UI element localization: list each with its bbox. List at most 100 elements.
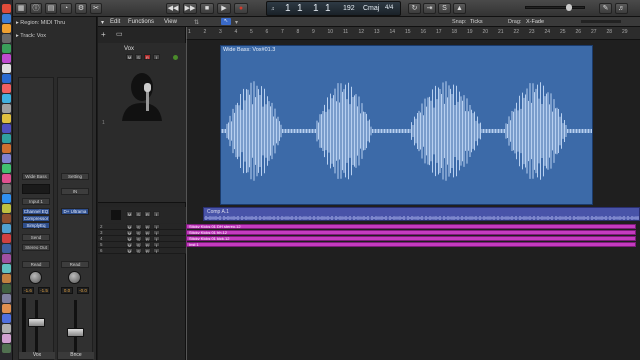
dock-app-icon[interactable]: [2, 4, 11, 13]
dock-app-icon[interactable]: [2, 314, 11, 323]
dock-app-icon[interactable]: [2, 114, 11, 123]
dock-app-icon[interactable]: [2, 84, 11, 93]
solo-button[interactable]: S: [135, 248, 142, 254]
lcd-display[interactable]: ♫ 1 1 1 1 192 Cmaj 4/4: [266, 1, 401, 16]
mute-button[interactable]: M: [126, 230, 133, 236]
editors-icon[interactable]: ✂: [90, 3, 102, 14]
mute-button[interactable]: M: [126, 242, 133, 248]
record-enable-button[interactable]: R: [144, 236, 151, 242]
dock-app-icon[interactable]: [2, 134, 11, 143]
midi-region-hh[interactable]: Sticky Kicks 01 hh.12: [186, 230, 636, 235]
library-icon[interactable]: ▦: [15, 3, 27, 14]
record-enable-button[interactable]: R: [144, 230, 151, 236]
add-track-icon[interactable]: +: [101, 30, 106, 39]
input-slot[interactable]: Input 1: [22, 198, 50, 205]
rewind-button[interactable]: ◀◀: [166, 3, 180, 14]
midi-region-inst[interactable]: Inst 1: [186, 242, 636, 247]
inspector-icon[interactable]: ⓘ: [30, 3, 42, 14]
plugin-slot-3[interactable]: SimplyEq: [22, 222, 50, 229]
automation-mode[interactable]: Read: [61, 261, 89, 268]
track-inspector-header[interactable]: ▸ Track: Vox: [16, 33, 46, 39]
pan-knob[interactable]: [68, 271, 81, 284]
notepad-icon[interactable]: ✎: [599, 3, 612, 14]
dock-app-icon[interactable]: [2, 204, 11, 213]
dock-app-icon[interactable]: [2, 124, 11, 133]
dock-app-icon[interactable]: [2, 94, 11, 103]
solo-button[interactable]: S: [135, 211, 142, 217]
plugin-slot-2[interactable]: Compressor: [22, 215, 50, 222]
fast-forward-button[interactable]: ▶▶: [183, 3, 197, 14]
dropdown-icon[interactable]: ▾: [101, 19, 104, 26]
dock-app-icon[interactable]: [2, 264, 11, 273]
stop-button[interactable]: ■: [200, 3, 214, 14]
dock-app-icon[interactable]: [2, 254, 11, 263]
mute-button[interactable]: M: [126, 211, 133, 217]
menu-functions[interactable]: Functions: [128, 19, 154, 25]
dock-app-icon[interactable]: [2, 164, 11, 173]
smart-controls-icon[interactable]: ◔: [60, 3, 72, 14]
region-inspector-header[interactable]: ▸ Region: MIDI Thru: [16, 20, 65, 26]
mute-button[interactable]: M: [126, 248, 133, 254]
browser-icon[interactable]: ♬: [615, 3, 628, 14]
zoom-icon[interactable]: ⇅: [194, 19, 199, 26]
input-monitor-button[interactable]: I: [153, 224, 160, 230]
comp-track-row[interactable]: M S R I: [98, 207, 186, 223]
replace-icon[interactable]: ⇥: [423, 3, 436, 14]
dock-app-icon[interactable]: [2, 234, 11, 243]
track-folder-icon[interactable]: ▭: [116, 30, 123, 38]
dock-app-icon[interactable]: [2, 14, 11, 23]
input-monitor-button[interactable]: I: [153, 242, 160, 248]
solo-button[interactable]: S: [135, 236, 142, 242]
input-monitor-button[interactable]: I: [153, 211, 160, 217]
cycle-icon[interactable]: ↻: [408, 3, 421, 14]
volume-fader[interactable]: [28, 318, 45, 327]
dock-app-icon[interactable]: [2, 104, 11, 113]
dock-app-icon[interactable]: [2, 324, 11, 333]
zoom-slider[interactable]: [581, 20, 621, 23]
preset-slot[interactable]: Setting: [61, 173, 89, 180]
volume-fader[interactable]: [67, 328, 84, 337]
record-button[interactable]: ●: [234, 3, 248, 14]
preset-slot[interactable]: Wide Bass: [22, 173, 50, 180]
output-slot[interactable]: Stereo Out: [22, 244, 50, 251]
dock-app-icon[interactable]: [2, 304, 11, 313]
track-row[interactable]: 6 MSRI: [98, 248, 186, 254]
play-button[interactable]: ▶: [217, 3, 231, 14]
dock-app-icon[interactable]: [2, 214, 11, 223]
dock-app-icon[interactable]: [2, 44, 11, 53]
timeline-ruler[interactable]: 1 2 3 4 5 6 7 8 9 10 11 12 13 14 15 16 17 18 19 20 21 22 23 24 2…: [186, 27, 640, 40]
plugin-slot-1[interactable]: D+ Ultrama: [61, 208, 89, 215]
dock-app-icon[interactable]: [2, 34, 11, 43]
mute-button[interactable]: M: [126, 236, 133, 242]
dock-app-icon[interactable]: [2, 334, 11, 343]
dock-app-icon[interactable]: [2, 174, 11, 183]
mixer-icon[interactable]: ⚙: [75, 3, 87, 14]
dock-app-icon[interactable]: [2, 194, 11, 203]
dock-app-icon[interactable]: [2, 274, 11, 283]
solo-button[interactable]: S: [135, 54, 142, 60]
toolbar-icon[interactable]: ▤: [45, 3, 57, 14]
menu-edit[interactable]: Edit: [110, 19, 120, 25]
dock-app-icon[interactable]: [2, 144, 11, 153]
mute-button[interactable]: M: [126, 224, 133, 230]
audio-region-vox[interactable]: Wide Bass: Vox#01.3: [220, 45, 593, 205]
metronome-icon[interactable]: ▲: [453, 3, 466, 14]
dock-app-icon[interactable]: [2, 244, 11, 253]
record-enable-button[interactable]: R: [144, 224, 151, 230]
eq-thumbnail[interactable]: [22, 184, 50, 194]
dock-app-icon[interactable]: [2, 24, 11, 33]
master-volume-slider[interactable]: [525, 4, 585, 11]
solo-button[interactable]: S: [135, 242, 142, 248]
dock-app-icon[interactable]: [2, 184, 11, 193]
midi-region-dh[interactable]: Sticky Kicks 01 DH stereo.12: [186, 224, 636, 229]
send-slot[interactable]: Send: [22, 234, 50, 241]
comp-region[interactable]: Comp A.1: [203, 207, 640, 221]
plugin-slot-1[interactable]: Channel EQ: [22, 208, 50, 215]
dock-app-icon[interactable]: [2, 154, 11, 163]
pan-knob[interactable]: [29, 271, 42, 284]
dock-app-icon[interactable]: [2, 294, 11, 303]
dock-app-icon[interactable]: [2, 224, 11, 233]
input-slot[interactable]: IN: [61, 188, 89, 195]
playhead[interactable]: [186, 27, 187, 360]
solo-button[interactable]: S: [135, 224, 142, 230]
